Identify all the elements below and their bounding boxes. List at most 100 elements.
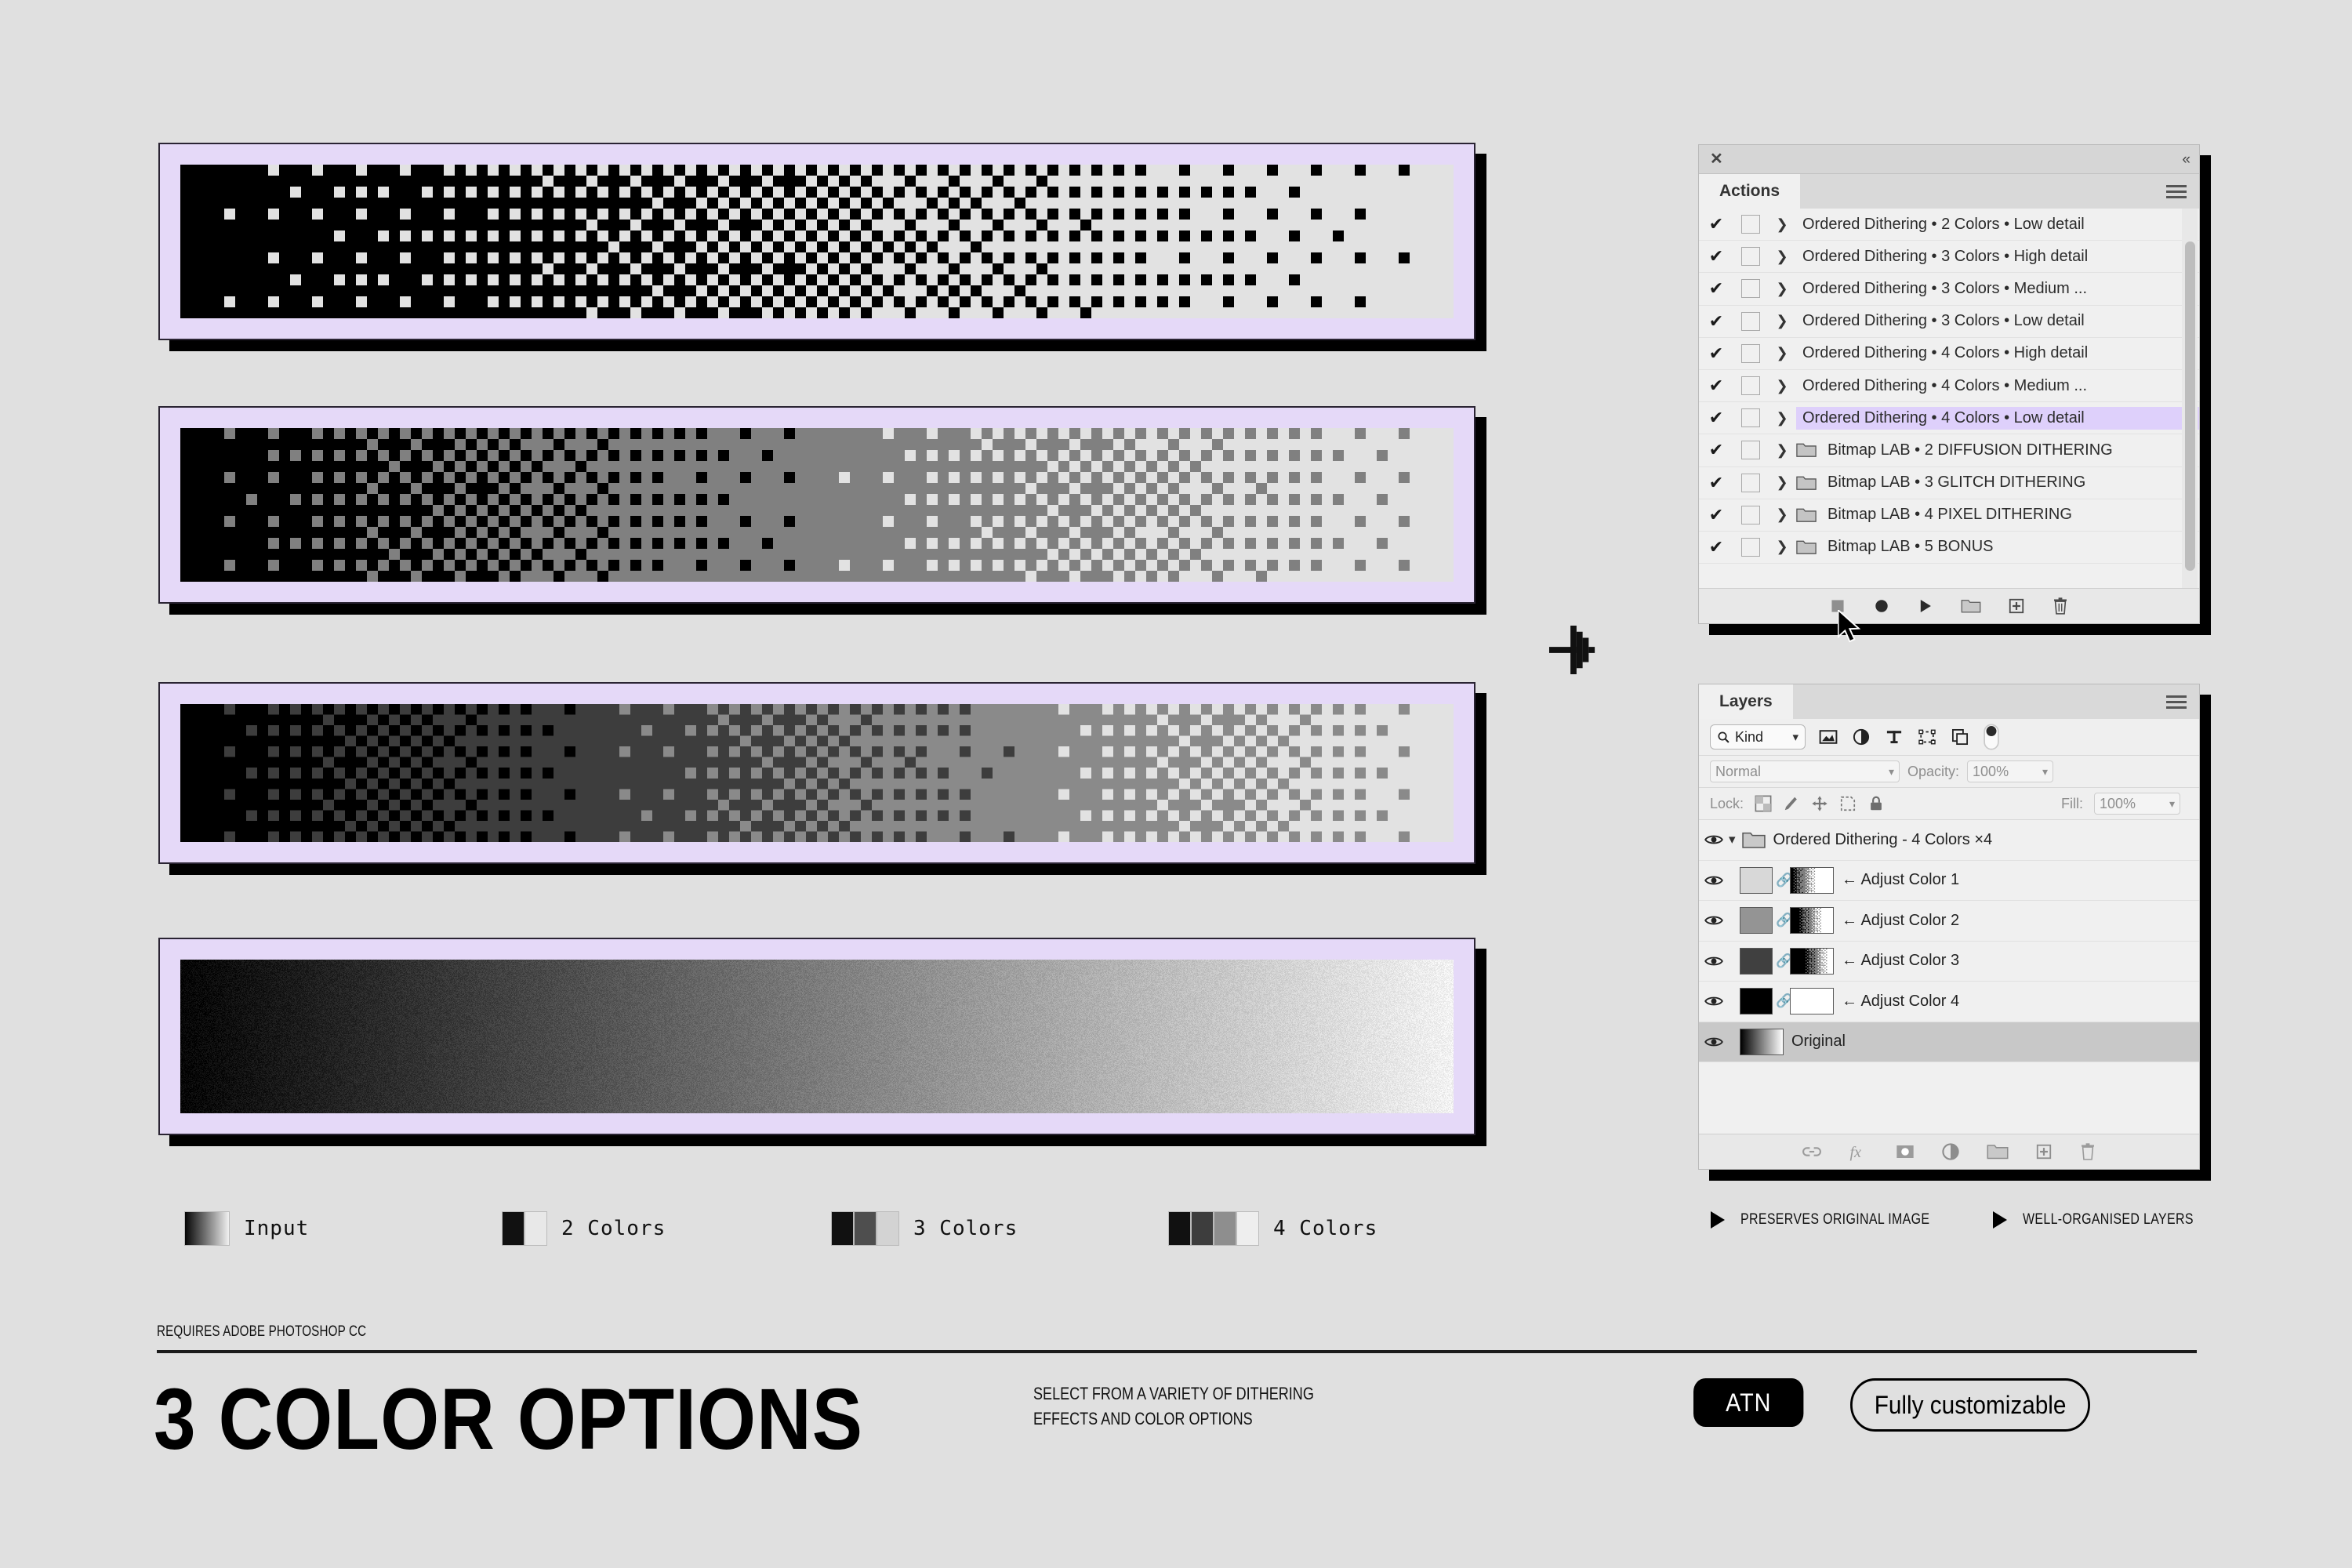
lock-artboard-icon[interactable] bbox=[1839, 795, 1857, 812]
expand-arrow-icon[interactable]: ❯ bbox=[1768, 410, 1796, 426]
eye-icon[interactable] bbox=[1699, 913, 1729, 927]
mask-link-icon[interactable]: 🔗 bbox=[1776, 873, 1790, 888]
tab-layers[interactable]: Layers bbox=[1699, 684, 1793, 719]
expand-arrow-icon[interactable]: ❯ bbox=[1768, 313, 1796, 329]
hamburger-icon[interactable] bbox=[2166, 182, 2187, 201]
expand-arrow-icon[interactable]: ❯ bbox=[1768, 474, 1796, 491]
layer-mask-thumbnail[interactable] bbox=[1790, 948, 1834, 975]
action-dialog-toggle[interactable] bbox=[1733, 506, 1768, 524]
fill-input[interactable]: 100% ▾ bbox=[2094, 793, 2180, 815]
action-enabled-check[interactable]: ✔ bbox=[1699, 376, 1733, 396]
action-enabled-check[interactable]: ✔ bbox=[1699, 246, 1733, 267]
eye-icon[interactable] bbox=[1704, 873, 1723, 887]
eye-icon[interactable] bbox=[1704, 913, 1723, 927]
layer-row[interactable]: 🔗 ← Adjust Color 2 bbox=[1699, 901, 2199, 942]
new-group-icon[interactable] bbox=[1987, 1143, 2009, 1160]
chevron-down-icon[interactable]: ▾ bbox=[1792, 730, 1798, 744]
action-enabled-check[interactable]: ✔ bbox=[1699, 440, 1733, 460]
action-dialog-toggle[interactable] bbox=[1733, 247, 1768, 266]
type-filter-icon[interactable] bbox=[1884, 727, 1904, 747]
hamburger-icon[interactable] bbox=[2166, 692, 2187, 712]
image-filter-icon[interactable] bbox=[1818, 727, 1838, 747]
eye-icon[interactable] bbox=[1704, 954, 1723, 968]
filter-toggle[interactable] bbox=[1983, 724, 2000, 750]
action-enabled-check[interactable]: ✔ bbox=[1699, 473, 1733, 493]
layer-thumbnail[interactable] bbox=[1740, 1029, 1784, 1055]
actions-row[interactable]: ✔ ❯ Ordered Dithering • 2 Colors • Low det… bbox=[1699, 209, 2199, 241]
opacity-input[interactable]: 100% ▾ bbox=[1967, 760, 2053, 782]
layer-row[interactable]: Original bbox=[1699, 1022, 2199, 1063]
expand-arrow-icon[interactable]: ❯ bbox=[1768, 281, 1796, 297]
action-dialog-toggle[interactable] bbox=[1733, 215, 1768, 234]
eye-icon[interactable] bbox=[1699, 1035, 1729, 1049]
layers-list[interactable]: ▾ Ordered Dithering - 4 Colors ×4 🔗 ← Adjus… bbox=[1699, 820, 2199, 1134]
delete-layer-icon[interactable] bbox=[2079, 1142, 2096, 1161]
action-enabled-check[interactable]: ✔ bbox=[1699, 311, 1733, 332]
expand-arrow-icon[interactable]: ❯ bbox=[1768, 216, 1796, 233]
mask-link-icon[interactable]: 🔗 bbox=[1776, 953, 1790, 969]
actions-row[interactable]: ✔ ❯ Ordered Dithering • 4 Colors • High de… bbox=[1699, 338, 2199, 370]
actions-row[interactable]: ✔ ❯ Bitmap LAB • 3 GLITCH DITHERING bbox=[1699, 467, 2199, 499]
expand-arrow-icon[interactable]: ❯ bbox=[1768, 506, 1796, 523]
layer-thumbnail[interactable] bbox=[1740, 948, 1773, 975]
layer-mask-thumbnail[interactable] bbox=[1790, 907, 1834, 934]
mask-link-icon[interactable]: 🔗 bbox=[1776, 913, 1790, 928]
record-icon[interactable] bbox=[1873, 597, 1890, 615]
expand-arrow-icon[interactable]: ❯ bbox=[1768, 442, 1796, 459]
adjustment-layer-icon[interactable] bbox=[1941, 1142, 1960, 1161]
lock-transparent-icon[interactable] bbox=[1755, 795, 1772, 812]
actions-scrollbar[interactable] bbox=[2182, 209, 2198, 588]
actions-row[interactable]: ✔ ❯ Ordered Dithering • 3 Colors • High de… bbox=[1699, 241, 2199, 273]
expand-arrow-icon[interactable]: ❯ bbox=[1768, 249, 1796, 265]
adjustment-filter-icon[interactable] bbox=[1851, 727, 1871, 747]
new-set-folder-icon[interactable] bbox=[1961, 597, 1981, 615]
chevron-down-icon[interactable]: ▾ bbox=[1729, 832, 1736, 848]
smart-object-filter-icon[interactable] bbox=[1950, 727, 1970, 747]
actions-list[interactable]: ✔ ❯ Ordered Dithering • 2 Colors • Low det… bbox=[1699, 209, 2199, 588]
eye-icon[interactable] bbox=[1699, 873, 1729, 887]
action-dialog-toggle[interactable] bbox=[1733, 344, 1768, 363]
close-icon[interactable]: ✕ bbox=[1710, 151, 1723, 167]
layer-style-fx-icon[interactable]: fx bbox=[1849, 1142, 1869, 1161]
layers-panel[interactable]: Layers Kind ▾ Normal ▾ Opacity: 100% ▾ L… bbox=[1698, 684, 2200, 1170]
action-enabled-check[interactable]: ✔ bbox=[1699, 343, 1733, 364]
lock-all-icon[interactable] bbox=[1867, 795, 1885, 812]
expand-arrow-icon[interactable]: ❯ bbox=[1768, 539, 1796, 555]
lock-position-icon[interactable] bbox=[1811, 795, 1828, 812]
layer-row[interactable]: 🔗 ← Adjust Color 4 bbox=[1699, 982, 2199, 1022]
actions-panel[interactable]: ✕ « Actions ✔ ❯ Ordered Dithering • 2 Colo… bbox=[1698, 144, 2200, 624]
action-enabled-check[interactable]: ✔ bbox=[1699, 408, 1733, 428]
layer-mask-thumbnail[interactable] bbox=[1790, 988, 1834, 1014]
actions-row[interactable]: ✔ ❯ Bitmap LAB • 5 BONUS bbox=[1699, 532, 2199, 564]
collapse-panel-icon[interactable]: « bbox=[2182, 152, 2188, 167]
kind-filter-dropdown[interactable]: Kind ▾ bbox=[1710, 724, 1806, 750]
action-enabled-check[interactable]: ✔ bbox=[1699, 278, 1733, 299]
action-enabled-check[interactable]: ✔ bbox=[1699, 505, 1733, 525]
new-layer-icon[interactable] bbox=[2035, 1143, 2053, 1160]
actions-row[interactable]: ✔ ❯ Ordered Dithering • 4 Colors • Low det… bbox=[1699, 402, 2199, 434]
shape-filter-icon[interactable] bbox=[1917, 727, 1937, 747]
layer-thumbnail[interactable] bbox=[1740, 988, 1773, 1014]
actions-footer-toolbar[interactable] bbox=[1699, 588, 2199, 623]
actions-row[interactable]: ✔ ❯ Bitmap LAB • 2 DIFFUSION DITHERING bbox=[1699, 434, 2199, 466]
layer-thumbnail[interactable] bbox=[1740, 867, 1773, 894]
blend-mode-select[interactable]: Normal ▾ bbox=[1710, 760, 1900, 782]
eye-icon[interactable] bbox=[1699, 954, 1729, 968]
eye-icon[interactable] bbox=[1699, 994, 1729, 1008]
layer-row[interactable]: 🔗 ← Adjust Color 1 bbox=[1699, 861, 2199, 902]
action-enabled-check[interactable]: ✔ bbox=[1699, 537, 1733, 557]
eye-icon[interactable] bbox=[1704, 1035, 1723, 1049]
tab-actions[interactable]: Actions bbox=[1699, 174, 1800, 209]
add-mask-icon[interactable] bbox=[1896, 1143, 1915, 1160]
expand-arrow-icon[interactable]: ❯ bbox=[1768, 378, 1796, 394]
eye-icon[interactable] bbox=[1704, 994, 1723, 1008]
layer-group-row[interactable]: ▾ Ordered Dithering - 4 Colors ×4 bbox=[1699, 820, 2199, 861]
eye-icon[interactable] bbox=[1704, 833, 1723, 847]
action-dialog-toggle[interactable] bbox=[1733, 441, 1768, 459]
action-dialog-toggle[interactable] bbox=[1733, 279, 1768, 298]
eye-icon[interactable] bbox=[1699, 833, 1729, 847]
action-enabled-check[interactable]: ✔ bbox=[1699, 214, 1733, 234]
link-layers-icon[interactable] bbox=[1802, 1144, 1822, 1160]
action-dialog-toggle[interactable] bbox=[1733, 312, 1768, 331]
expand-arrow-icon[interactable]: ❯ bbox=[1768, 345, 1796, 361]
